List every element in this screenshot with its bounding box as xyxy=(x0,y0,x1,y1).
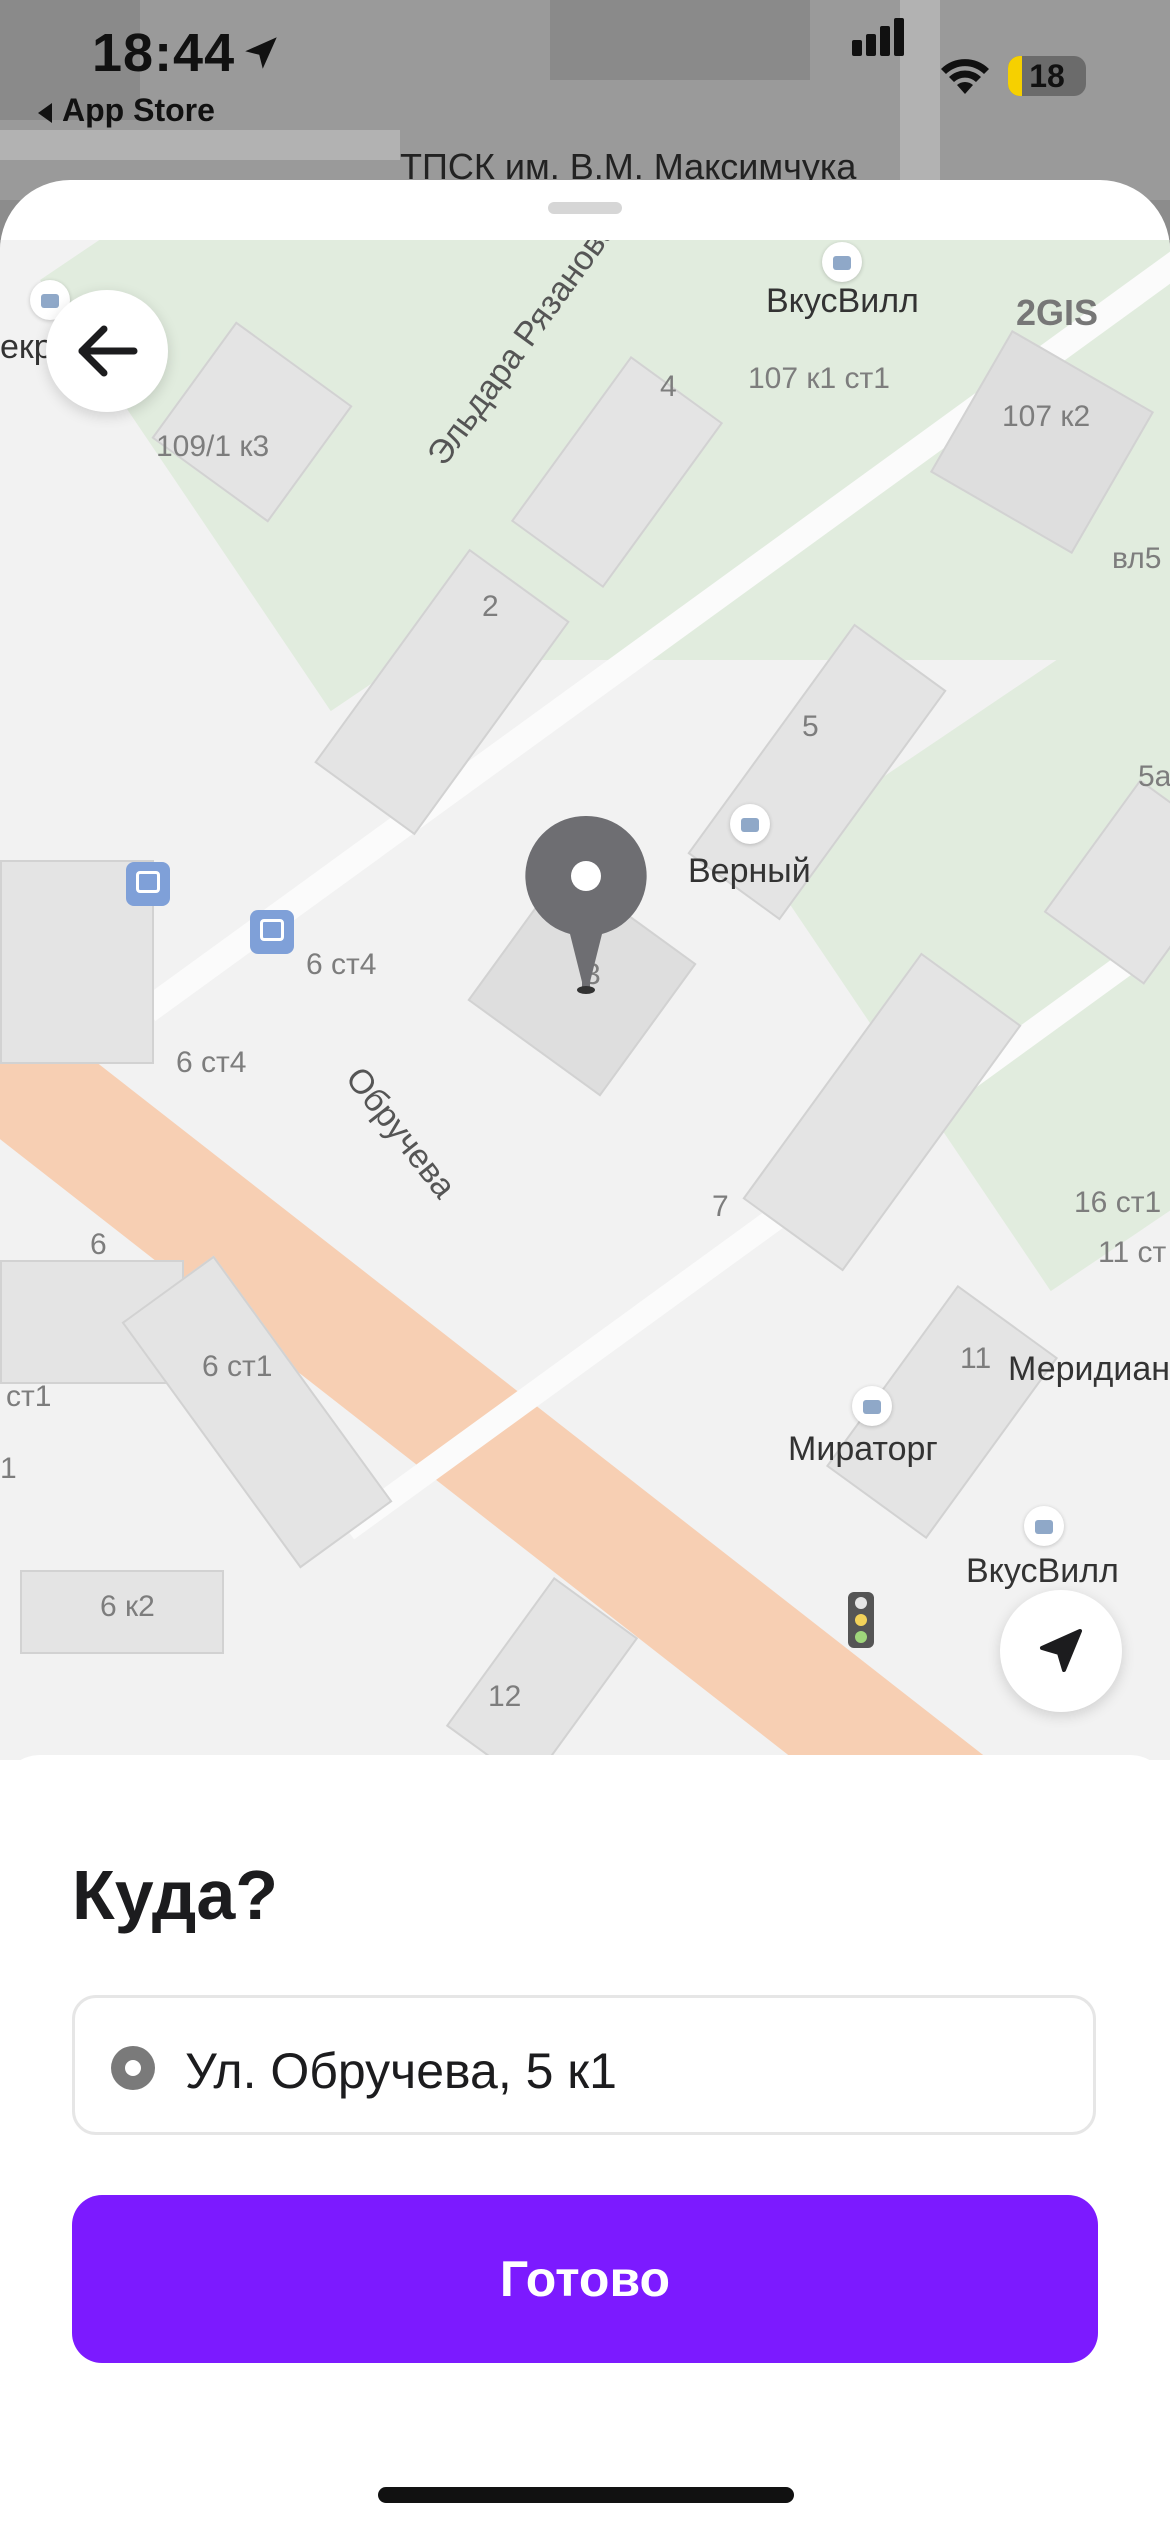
building-number: 11 ст xyxy=(1098,1236,1167,1269)
sheet-grabber[interactable] xyxy=(548,202,622,214)
shop-pin-icon[interactable] xyxy=(852,1386,892,1426)
building-number: 11 xyxy=(960,1342,992,1375)
back-to-app-link[interactable]: App Store xyxy=(38,92,215,129)
poi-label[interactable]: Меридиан xyxy=(1008,1350,1170,1389)
shop-pin-icon[interactable] xyxy=(822,242,862,282)
shop-pin-icon[interactable] xyxy=(1024,1506,1064,1546)
arrow-left-icon xyxy=(78,325,138,377)
building-number: 16 ст1 xyxy=(1074,1186,1162,1219)
poi-label[interactable]: ВкусВилл xyxy=(766,282,919,321)
2gis-logo: 2GIS xyxy=(1016,292,1099,333)
building-number: вл5 xyxy=(1112,542,1162,575)
poi-label[interactable]: Мираторг xyxy=(788,1430,938,1469)
building-number: ст1 xyxy=(6,1380,52,1413)
back-app-label: App Store xyxy=(62,92,215,128)
building-number: 5а xyxy=(1138,760,1170,793)
home-indicator[interactable] xyxy=(378,2487,794,2503)
building-number: 7 xyxy=(712,1190,729,1223)
address-value: Ул. Обручева, 5 к1 xyxy=(185,2043,617,2099)
map-pin-icon xyxy=(525,815,647,994)
building-number: 6 ст4 xyxy=(306,948,377,981)
building-number: 5 xyxy=(802,710,819,743)
building-number: 6 к2 xyxy=(100,1590,155,1623)
building-number: 6 ст4 xyxy=(176,1046,247,1079)
poi-label[interactable]: Верный xyxy=(688,852,811,891)
building-number: 6 xyxy=(90,1228,107,1261)
traffic-light-icon xyxy=(848,1592,874,1648)
building-number: 12 xyxy=(488,1680,522,1713)
address-field[interactable]: Ул. Обручева, 5 к1 xyxy=(72,1995,1096,2135)
building-number: 6 ст1 xyxy=(202,1350,273,1383)
map-view[interactable]: Эльдара Рязанова Обручева 109/1 к3 4 107… xyxy=(0,240,1170,1760)
address-dot-icon xyxy=(111,2046,155,2090)
poi-label[interactable]: ВкусВилл xyxy=(966,1552,1119,1591)
back-triangle-icon xyxy=(38,102,52,123)
destination-sheet: Эльдара Рязанова Обручева 109/1 к3 4 107… xyxy=(0,180,1170,2532)
status-time: 18:44 xyxy=(92,23,236,83)
back-button[interactable] xyxy=(46,290,168,412)
poi-label[interactable]: екр xyxy=(0,328,53,367)
street-label: Обручева xyxy=(338,1060,464,1206)
shop-pin-icon[interactable] xyxy=(730,804,770,844)
bus-stop-icon[interactable] xyxy=(250,910,294,954)
building-number: 107 к2 xyxy=(1002,400,1091,433)
location-services-icon xyxy=(245,37,277,69)
done-button[interactable]: Готово xyxy=(72,2195,1098,2363)
bus-stop-icon[interactable] xyxy=(126,862,170,906)
building-number: 1 xyxy=(0,1452,17,1485)
building-number: 2 xyxy=(482,590,499,623)
destination-panel: Куда? Ул. Обручева, 5 к1 Готово xyxy=(0,1755,1170,2532)
battery-icon: 18 xyxy=(1008,56,1086,96)
my-location-button[interactable] xyxy=(1000,1590,1122,1712)
battery-level: 18 xyxy=(1029,58,1065,94)
building-number: 109/1 к3 xyxy=(156,430,270,463)
building-number: 4 xyxy=(660,370,677,403)
navigation-arrow-icon xyxy=(1040,1629,1082,1672)
wifi-icon xyxy=(941,59,989,94)
building-number: 107 к1 ст1 xyxy=(748,362,890,395)
status-bar: 18:44 App Store 18 xyxy=(0,0,1170,180)
page-title: Куда? xyxy=(72,1856,279,1934)
